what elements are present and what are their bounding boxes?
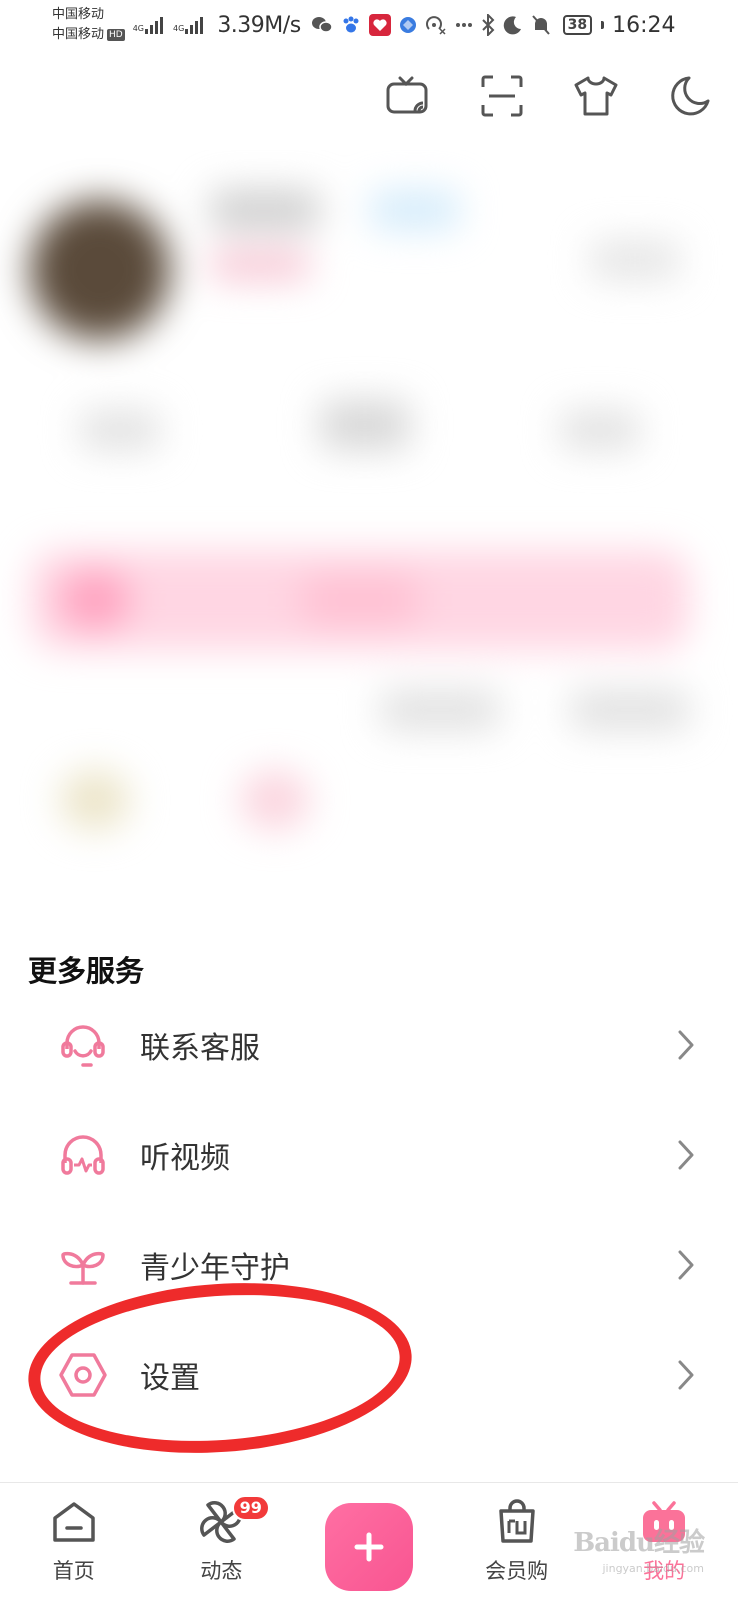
wechat-icon (311, 17, 333, 33)
home-icon (49, 1497, 99, 1547)
hotspot-icon (425, 16, 446, 35)
signal-icon-1: 4G (133, 16, 165, 34)
baidu-paw-icon (343, 16, 359, 33)
scan-icon[interactable] (478, 72, 526, 120)
youth-protection-icon (58, 1240, 108, 1290)
browser-icon (399, 17, 416, 33)
carrier-info: 中国移动 中国移动 HD (52, 5, 125, 45)
service-label: 联系客服 (140, 1031, 260, 1066)
battery-icon: 38 (562, 15, 593, 35)
service-item-listen-video[interactable]: 听视频 (0, 1100, 738, 1210)
listen-video-icon (58, 1130, 108, 1180)
status-bar: 中国移动 中国移动 HD 4G 4G 3.39M/s 38 16:24 (0, 0, 738, 50)
carrier-1: 中国移动 (52, 7, 105, 22)
more-dots-icon (455, 23, 472, 27)
theme-shirt-icon[interactable] (572, 72, 620, 120)
watermark-url: jingyan.baidu.com (602, 1562, 704, 1575)
publish-button[interactable] (324, 1503, 413, 1591)
service-label: 听视频 (140, 1141, 230, 1176)
blurred-profile-area (0, 150, 738, 890)
plus-icon (354, 1532, 384, 1562)
top-action-bar (384, 72, 714, 120)
more-services-title: 更多服务 (28, 954, 145, 988)
nav-item-publish[interactable] (295, 1483, 443, 1600)
nav-item-mall[interactable]: 会员购 (443, 1483, 591, 1600)
nav-label: 会员购 (485, 1559, 549, 1583)
bluetooth-icon (481, 14, 495, 36)
service-label: 青少年守护 (140, 1251, 290, 1286)
customer-service-icon (58, 1020, 108, 1070)
moon-status-icon (503, 16, 521, 35)
carrier-2: 中国移动 (52, 27, 105, 42)
clock: 16:24 (612, 12, 676, 38)
notification-badge: 99 (231, 1495, 270, 1521)
nav-label: 动态 (200, 1559, 243, 1583)
hd-badge: HD (107, 28, 125, 41)
network-speed: 3.39M/s (217, 12, 301, 38)
chevron-right-icon (678, 1250, 694, 1280)
app-heart-icon (368, 14, 391, 36)
watermark: Baidu经验 (573, 1528, 705, 1558)
nav-item-home[interactable]: 首页 (0, 1483, 148, 1600)
signal-icon-2: 4G (173, 16, 205, 34)
tv-cast-icon[interactable] (384, 72, 432, 120)
chevron-right-icon (678, 1140, 694, 1170)
shopping-bag-icon (492, 1497, 542, 1547)
nav-item-dynamics[interactable]: 99 动态 (148, 1483, 296, 1600)
chevron-right-icon (678, 1360, 694, 1390)
night-mode-icon[interactable] (666, 72, 714, 120)
service-item-customer-service[interactable]: 联系客服 (0, 990, 738, 1100)
nav-label: 首页 (52, 1559, 95, 1583)
service-item-youth-protection[interactable]: 青少年守护 (0, 1210, 738, 1320)
mute-bell-icon (531, 15, 550, 35)
chevron-right-icon (678, 1030, 694, 1060)
